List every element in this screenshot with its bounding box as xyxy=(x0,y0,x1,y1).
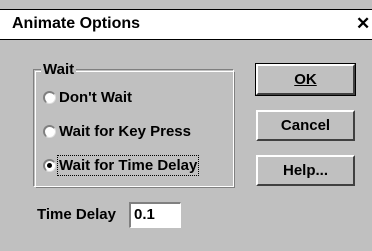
cancel-button[interactable]: Cancel xyxy=(256,110,355,141)
radio-wait-key-press[interactable]: Wait for Key Press xyxy=(43,121,191,141)
title-bar[interactable]: Animate Options ✕ xyxy=(0,9,372,40)
cancel-button-label: Cancel xyxy=(280,117,331,134)
help-button-label: Help... xyxy=(282,162,328,179)
radio-wait-time-delay[interactable]: Wait for Time Delay xyxy=(43,154,200,176)
radio-button-checked-icon[interactable] xyxy=(43,158,56,172)
ok-button[interactable]: OK xyxy=(255,63,356,96)
wait-group-legend: Wait xyxy=(41,61,77,78)
ok-button-label: OK xyxy=(294,71,317,88)
radio-label: Don't Wait xyxy=(59,88,132,106)
radio-label: Wait for Time Delay xyxy=(56,154,200,176)
animate-options-dialog: Animate Options ✕ Wait Don't Wait Wait f… xyxy=(0,0,372,251)
time-delay-label: Time Delay xyxy=(37,206,116,223)
radio-button-icon[interactable] xyxy=(43,124,56,138)
help-button[interactable]: Help... xyxy=(256,155,355,186)
close-icon[interactable]: ✕ xyxy=(356,14,370,34)
radio-dont-wait[interactable]: Don't Wait xyxy=(43,87,132,107)
radio-button-icon[interactable] xyxy=(43,90,56,104)
window-title: Animate Options xyxy=(12,15,141,32)
time-delay-input[interactable]: 0.1 xyxy=(129,202,181,228)
radio-label: Wait for Key Press xyxy=(59,122,191,140)
